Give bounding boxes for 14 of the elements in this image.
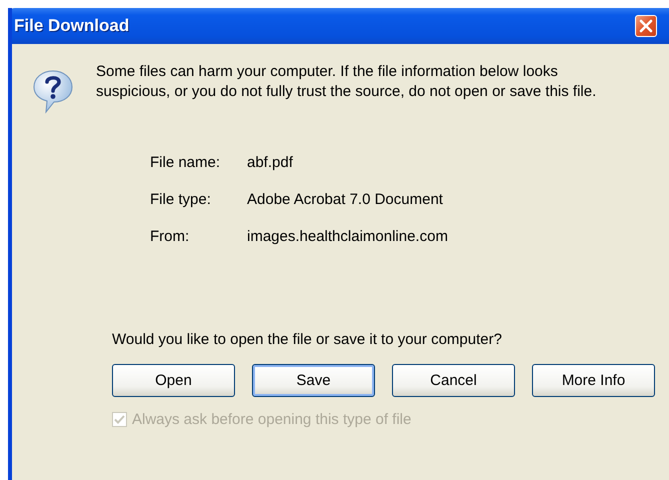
checkbox-label: Always ask before opening this type of file [132,411,412,428]
info-label: From: [150,228,190,245]
warning-text: Some files can harm your computer. If the file information below looks suspicious, or you do not fully trust the source, do not open or save this file. [96,62,598,102]
dialog-button[interactable]: Save [252,364,375,397]
dialog-button[interactable]: Cancel [392,364,515,397]
info-value: abf.pdf [247,154,293,171]
question-text: Would you like to open the file or save it to your computer? [112,331,503,348]
dialog-button[interactable]: More Info [532,364,655,397]
info-label: File name: [150,154,222,171]
info-value: Adobe Acrobat 7.0 Document [247,191,443,208]
info-label: File type: [150,191,212,208]
dialog-button[interactable]: Open [112,364,235,397]
window-title: File Download [14,16,130,36]
info-value: images.healthclaimonline.com [247,228,448,245]
